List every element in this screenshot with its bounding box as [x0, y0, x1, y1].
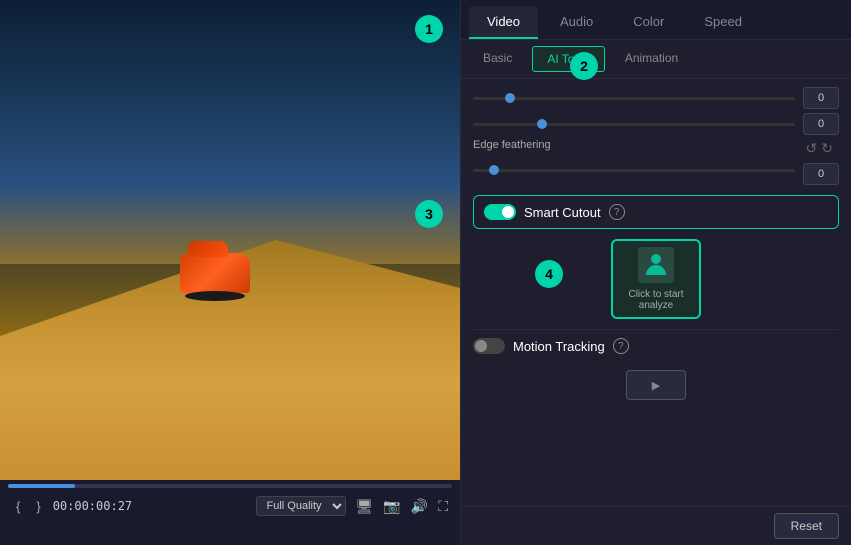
video-preview	[0, 0, 460, 480]
slider-track-2[interactable]	[473, 123, 795, 126]
smart-cutout-title: Smart Cutout	[524, 205, 601, 220]
edge-feathering-slider[interactable]	[473, 169, 795, 172]
motion-tracking-title: Motion Tracking	[513, 339, 605, 354]
subtab-ai-tools[interactable]: AI Tools	[532, 46, 604, 72]
analyze-icon	[638, 247, 674, 283]
edge-feathering-thumb	[489, 165, 499, 175]
right-content: 0 0 Edge feathering ↺ ↻	[461, 79, 851, 506]
reset-icons: ↺ ↻	[806, 140, 833, 157]
bracket-left-btn[interactable]: {	[12, 497, 24, 516]
smart-cutout-toggle[interactable]	[484, 204, 516, 220]
bracket-right-btn[interactable]: }	[32, 497, 44, 516]
fullscreen-icon[interactable]: ⛶	[438, 498, 448, 515]
slider-row-2: 0	[473, 113, 839, 135]
camera-icon[interactable]: 📷	[383, 498, 400, 515]
smart-cutout-section: Smart Cutout ?	[473, 195, 839, 229]
redo-icon[interactable]: ↻	[821, 140, 833, 157]
video-controls: { } 00:00:00:27 Full Quality 🖥 📷 🔊 ⛶	[0, 480, 460, 545]
timeline-bar[interactable]	[8, 484, 452, 488]
volume-icon[interactable]: 🔊	[411, 498, 428, 515]
toggle-thumb	[502, 206, 514, 218]
tab-video[interactable]: Video	[469, 6, 538, 39]
slider-thumb-2	[537, 119, 547, 129]
monitor-icon[interactable]: 🖥	[356, 498, 374, 515]
slider-thumb-1	[505, 93, 515, 103]
subtab-animation[interactable]: Animation	[611, 46, 692, 72]
tab-color[interactable]: Color	[615, 6, 682, 39]
motion-toggle-thumb	[475, 340, 487, 352]
quality-select[interactable]: Full Quality	[256, 496, 346, 516]
analyze-container: Click to start analyze	[473, 239, 839, 319]
subtab-basic[interactable]: Basic	[469, 46, 526, 72]
analyze-label: Click to start analyze	[613, 289, 699, 311]
edge-feathering-label: Edge feathering	[473, 139, 551, 151]
top-tabs: Video Audio Color Speed	[461, 0, 851, 40]
slider-value-2[interactable]: 0	[803, 113, 839, 135]
controls-left: { } 00:00:00:27	[12, 497, 132, 516]
slider-track-1[interactable]	[473, 97, 795, 100]
smart-cutout-help-icon[interactable]: ?	[609, 204, 625, 220]
tab-audio[interactable]: Audio	[542, 6, 611, 39]
slider-row-1: 0	[473, 87, 839, 109]
right-panel-bottom: Reset	[461, 506, 851, 545]
tab-speed[interactable]: Speed	[686, 6, 760, 39]
edge-feathering-value[interactable]: 0	[803, 163, 839, 185]
video-panel: { } 00:00:00:27 Full Quality 🖥 📷 🔊 ⛶	[0, 0, 460, 545]
motion-tracking-section: Motion Tracking ?	[473, 329, 839, 362]
analyze-button[interactable]: Click to start analyze	[611, 239, 701, 319]
motion-track-btn[interactable]: ▶	[626, 370, 686, 400]
reset-button[interactable]: Reset	[774, 513, 839, 539]
timecode-display: 00:00:00:27	[53, 499, 132, 513]
controls-right: Full Quality 🖥 📷 🔊 ⛶	[256, 496, 448, 516]
vehicle-illustration	[175, 243, 255, 298]
undo-icon[interactable]: ↺	[806, 140, 818, 157]
right-panel: Video Audio Color Speed Basic AI Tools A…	[460, 0, 851, 545]
motion-tracking-help-icon[interactable]: ?	[613, 338, 629, 354]
sub-tabs: Basic AI Tools Animation	[461, 40, 851, 79]
motion-btn-label: ▶	[652, 379, 660, 392]
timeline-progress	[8, 484, 75, 488]
motion-tracking-toggle[interactable]	[473, 338, 505, 354]
slider-value-1[interactable]: 0	[803, 87, 839, 109]
